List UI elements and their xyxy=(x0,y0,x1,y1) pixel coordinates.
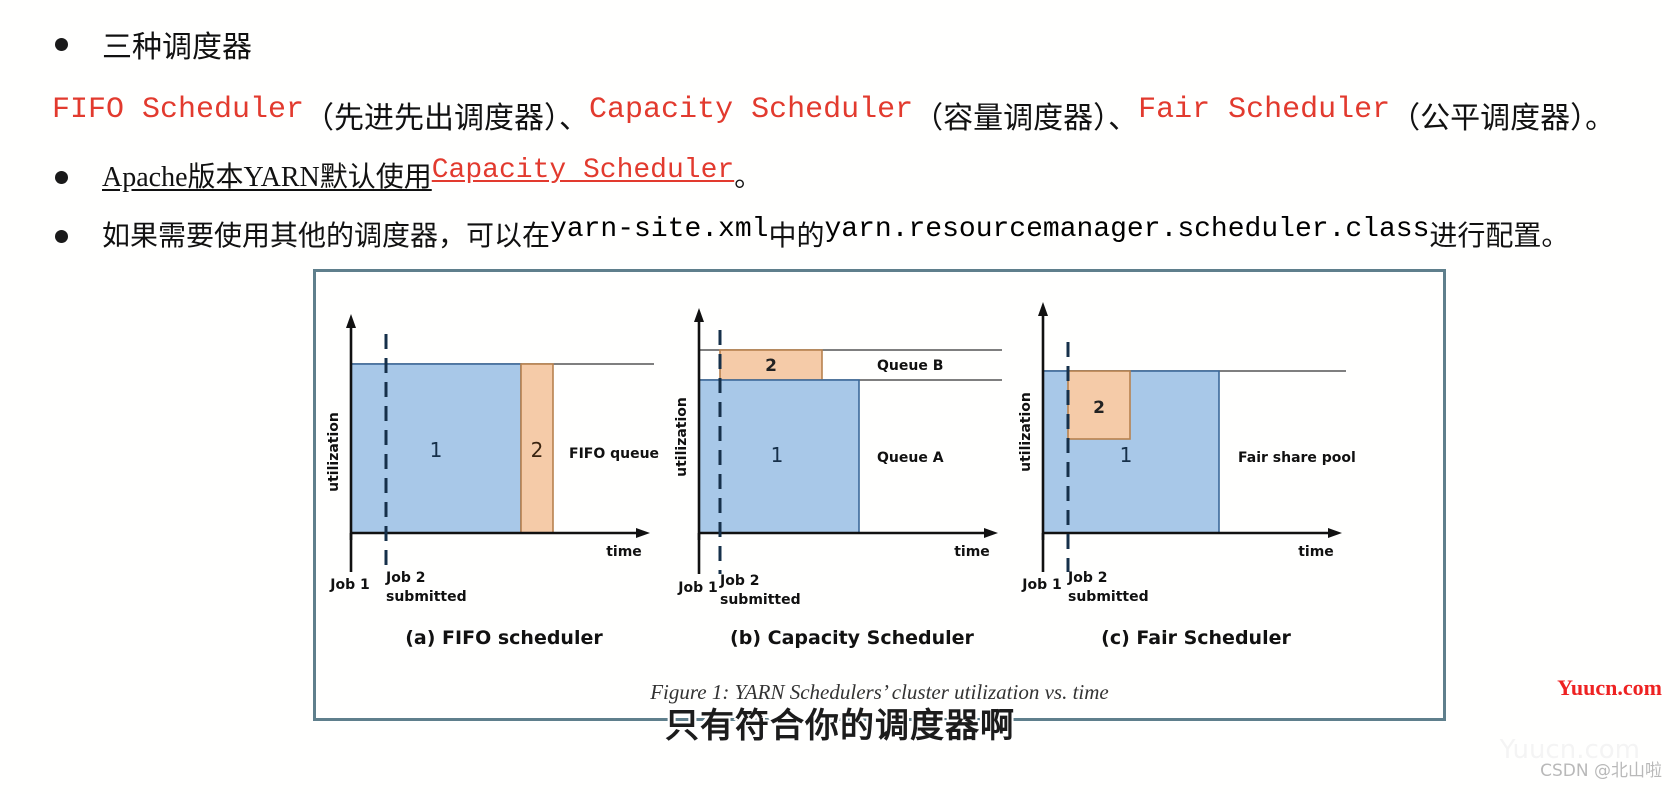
fifo-scheduler-cn: （先进先出调度器）、 xyxy=(304,101,590,136)
config-text-part3: 进行配置。 xyxy=(1429,219,1570,252)
figure-frame: utilization time 1 2 FIFO queue Job 1 Jo… xyxy=(313,269,1446,721)
fair-chart-svg: utilization time 2 1 Fair share pool Job… xyxy=(1018,302,1356,605)
x-axis-label: time xyxy=(954,544,990,560)
job2-tick-label-line2: submitted xyxy=(1068,589,1149,605)
bullet-row-2: Apache版本YARN默认使用 Capacity Scheduler 。 xyxy=(55,155,762,195)
panel-caption-fifo: (a) FIFO scheduler xyxy=(405,627,603,649)
job1-number-label: 1 xyxy=(430,438,443,462)
overlay-subtitle-text: 只有符合你的调度器啊 xyxy=(665,706,1015,746)
job2-tick-label-line1: Job 2 xyxy=(1067,570,1107,586)
panel-caption-capacity: (b) Capacity Scheduler xyxy=(730,627,974,649)
capacity-scheduler-label: Capacity Scheduler xyxy=(589,93,914,127)
config-text-part2: 中的 xyxy=(768,219,825,252)
job2-number-label: 2 xyxy=(531,438,544,462)
y-axis-arrow-icon xyxy=(694,308,704,322)
chart-panel-fifo: utilization time 1 2 FIFO queue Job 1 Jo… xyxy=(324,272,684,672)
x-axis-arrow-icon xyxy=(636,528,650,538)
bullet-dot-icon xyxy=(55,38,68,51)
y-axis-label: utilization xyxy=(674,397,690,477)
y-axis-arrow-icon xyxy=(1038,302,1048,316)
job2-number-label: 2 xyxy=(1093,398,1105,418)
queue-a-label: Queue A xyxy=(877,450,944,466)
x-axis-label: time xyxy=(1298,544,1334,560)
fifo-queue-label: FIFO queue xyxy=(569,446,659,462)
fair-scheduler-cn: （公平调度器）。 xyxy=(1390,101,1616,136)
fifo-scheduler-label: FIFO Scheduler xyxy=(52,93,305,127)
fair-share-pool-label: Fair share pool xyxy=(1238,450,1356,466)
y-axis-label: utilization xyxy=(326,412,342,492)
bullet-2-suffix: 。 xyxy=(734,160,763,193)
job1-tick-label: Job 1 xyxy=(1021,577,1061,593)
bullet-row-3: 如果需要使用其他的调度器，可以在 yarn-site.xml 中的 yarn.r… xyxy=(55,214,1569,254)
x-axis-label: time xyxy=(606,544,642,560)
job2-tick-label-line1: Job 2 xyxy=(719,573,759,589)
config-text-part1: 如果需要使用其他的调度器，可以在 xyxy=(102,219,551,252)
capacity-scheduler-link[interactable]: Capacity Scheduler xyxy=(432,155,734,186)
job2-tick-label-line1: Job 2 xyxy=(385,570,425,586)
bullet-dot-icon xyxy=(55,171,68,184)
job2-tick-label-line2: submitted xyxy=(720,592,801,608)
yarn-site-xml-code: yarn-site.xml xyxy=(550,214,769,245)
apache-default-text: Apache版本YARN默认使用 xyxy=(102,162,432,193)
scheduler-class-property-code: yarn.resourcemanager.scheduler.class xyxy=(824,214,1430,245)
capacity-scheduler-cn: （容量调度器）、 xyxy=(913,101,1139,136)
job2-number-label: 2 xyxy=(765,356,777,376)
bullet-1-text: 三种调度器 xyxy=(102,30,252,65)
x-axis-arrow-icon xyxy=(1328,528,1342,538)
job1-number-label: 1 xyxy=(771,443,784,467)
job2-tick-label-line2: submitted xyxy=(386,589,467,605)
scheduler-names-line: FIFO Scheduler （先进先出调度器）、 Capacity Sched… xyxy=(52,93,1615,137)
bullet-dot-icon xyxy=(55,230,68,243)
fifo-chart-svg: utilization time 1 2 FIFO queue Job 1 Jo… xyxy=(326,314,659,605)
y-axis-label: utilization xyxy=(1018,392,1034,472)
chart-panel-fair: utilization time 2 1 Fair share pool Job… xyxy=(1016,272,1376,672)
y-axis-arrow-icon xyxy=(346,314,356,328)
csdn-watermark: CSDN @北山啦 xyxy=(1540,761,1662,781)
chart-panel-capacity: utilization time 2 1 Queue B Queue A Job… xyxy=(672,272,1032,672)
bullet-row-1: 三种调度器 xyxy=(55,22,252,66)
capacity-chart-svg: utilization time 2 1 Queue B Queue A Job… xyxy=(674,308,1002,608)
job1-tick-label: Job 1 xyxy=(329,577,369,593)
slide-page: 三种调度器 FIFO Scheduler （先进先出调度器）、 Capacity… xyxy=(0,0,1680,794)
x-axis-arrow-icon xyxy=(984,528,998,538)
job1-number-label: 1 xyxy=(1120,443,1133,467)
job1-tick-label: Job 1 xyxy=(677,580,717,596)
yuucn-watermark: Yuucn.com xyxy=(1557,675,1662,700)
panel-caption-fair: (c) Fair Scheduler xyxy=(1101,627,1291,649)
queue-b-label: Queue B xyxy=(877,358,943,374)
fair-scheduler-label: Fair Scheduler xyxy=(1138,93,1391,127)
